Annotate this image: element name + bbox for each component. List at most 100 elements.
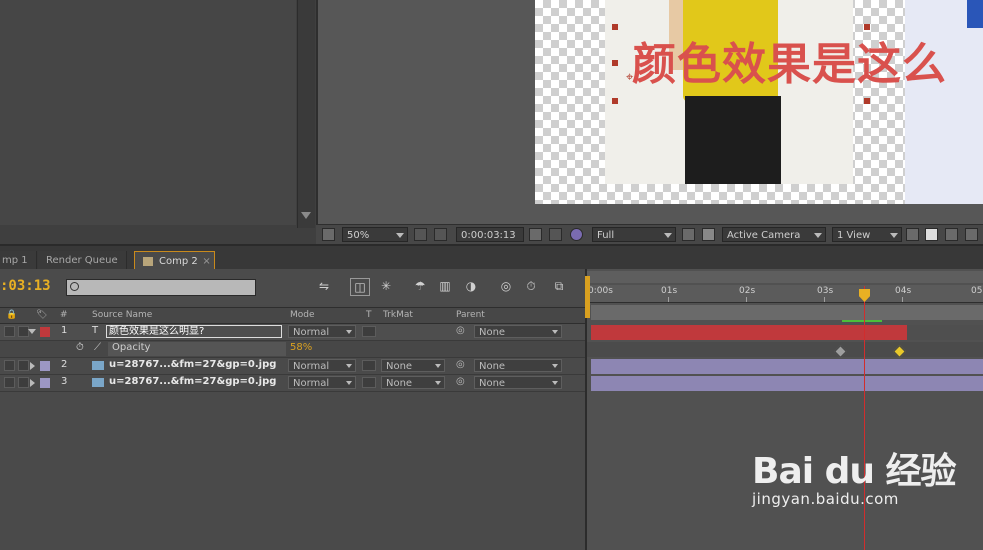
lock-toggle[interactable] (4, 360, 15, 371)
channel-icon[interactable] (570, 228, 583, 241)
layer-row[interactable]: 1 T 颜色效果是这么明显? Normal ◎ None (0, 324, 585, 341)
timeline-icon[interactable] (945, 228, 958, 241)
column-trkmat[interactable]: TrkMat (383, 310, 413, 320)
mask-visibility-icon[interactable] (434, 228, 447, 241)
current-time-field[interactable]: 0:00:03:13 (456, 227, 524, 242)
graph-icon[interactable]: ⟋ (94, 342, 101, 353)
mode-value: Normal (293, 378, 330, 389)
blend-mode-select[interactable]: Normal (288, 325, 356, 338)
always-preview-icon[interactable] (322, 228, 335, 241)
property-track[interactable] (587, 342, 983, 357)
layer-search-input[interactable] (66, 279, 256, 296)
project-list[interactable] (0, 0, 296, 225)
lock-toggle[interactable] (4, 326, 15, 337)
time-navigator[interactable] (587, 271, 983, 283)
layer-row[interactable]: 3 u=28767...&fm=27&gp=0.jpg Normal None … (0, 375, 585, 392)
camera-select[interactable]: Active Camera (722, 227, 826, 242)
parent-select[interactable]: None (474, 376, 562, 389)
track-matte-select[interactable]: None (381, 376, 445, 389)
column-source-name[interactable]: Source Name (92, 310, 152, 320)
parent-value: None (479, 327, 506, 338)
chevron-down-icon (552, 381, 558, 385)
blend-mode-select[interactable]: Normal (288, 359, 356, 372)
transparency-grid-icon[interactable] (702, 228, 715, 241)
pickwhip-icon[interactable]: ◎ (456, 325, 465, 336)
bounding-handle[interactable] (612, 60, 618, 66)
expand-triangle-icon[interactable] (30, 379, 35, 387)
brainstorm-icon[interactable]: ◎ (497, 278, 515, 294)
lock-toggle[interactable] (4, 377, 15, 388)
track-matte-select[interactable]: None (381, 359, 445, 372)
preserve-transparency-toggle[interactable] (362, 326, 376, 337)
tab-comp-1[interactable]: mp 1 (0, 251, 37, 270)
graph-editor-icon[interactable]: ⧉ (550, 278, 568, 294)
auto-keyframe-icon[interactable]: ⏱ (522, 278, 540, 294)
bounding-handle[interactable] (612, 24, 618, 30)
project-scrollbar[interactable] (297, 0, 315, 228)
pixel-aspect-icon[interactable] (906, 228, 919, 241)
composition-mini-flowchart-icon[interactable]: ⇋ (315, 278, 333, 294)
stopwatch-icon[interactable]: ⏱ (76, 342, 84, 353)
current-time-display[interactable]: :03:13 (0, 278, 51, 294)
solo-toggle[interactable] (18, 377, 29, 388)
solo-toggle[interactable] (18, 360, 29, 371)
draft-3d-icon[interactable]: ✳ (377, 278, 395, 294)
collapse-triangle-icon[interactable] (28, 329, 36, 334)
property-name: Opacity (108, 342, 286, 356)
current-time-indicator[interactable] (864, 286, 865, 550)
parent-select[interactable]: None (474, 359, 562, 372)
label-color-swatch[interactable] (40, 378, 50, 388)
column-t[interactable]: T (366, 310, 372, 320)
layer-duration-bar[interactable] (591, 325, 907, 340)
time-ruler[interactable] (587, 285, 983, 303)
bounding-handle[interactable] (612, 98, 618, 104)
tab-render-queue[interactable]: Render Queue (38, 251, 127, 270)
anchor-point-icon[interactable]: ⌖ (626, 70, 633, 85)
column-parent[interactable]: Parent (456, 310, 485, 320)
view-layout-select[interactable]: 1 View (832, 227, 902, 242)
bounding-handle[interactable] (864, 98, 870, 104)
layer-duration-bar[interactable] (591, 376, 983, 391)
column-mode[interactable]: Mode (290, 310, 315, 320)
scroll-down-icon[interactable] (301, 212, 311, 219)
property-row[interactable]: ⏱ ⟋ Opacity 58% (0, 341, 585, 358)
expand-triangle-icon[interactable] (30, 362, 35, 370)
layer-row[interactable]: 2 u=28767...&fm=27&gp=0.jpg Normal None … (0, 358, 585, 375)
layer-source-name[interactable]: u=28767...&fm=27&gp=0.jpg (109, 359, 276, 370)
motion-blur-icon[interactable]: ◑ (462, 278, 480, 294)
pickwhip-icon[interactable]: ◎ (456, 359, 465, 370)
blend-mode-select[interactable]: Normal (288, 376, 356, 389)
work-area-start-handle[interactable] (585, 276, 590, 318)
hide-shy-layers-icon[interactable]: ☂ (411, 278, 429, 294)
camera-icon[interactable] (529, 228, 542, 241)
label-color-swatch[interactable] (40, 327, 50, 337)
label-color-swatch[interactable] (40, 361, 50, 371)
region-of-interest-icon[interactable] (682, 228, 695, 241)
show-snapshot-icon[interactable] (549, 228, 562, 241)
live-update-icon[interactable]: ◫ (350, 278, 370, 296)
fast-preview-icon[interactable] (925, 228, 938, 241)
preserve-transparency-toggle[interactable] (362, 377, 376, 388)
parent-value: None (479, 378, 506, 389)
chevron-down-icon (814, 233, 822, 238)
column-number[interactable]: # (60, 310, 68, 320)
magnification-select[interactable]: 50% (342, 227, 408, 242)
layer-source-name[interactable]: u=28767...&fm=27&gp=0.jpg (109, 376, 276, 387)
parent-select[interactable]: None (474, 325, 562, 338)
layer-name-field[interactable]: 颜色效果是这么明显? (106, 325, 282, 338)
pickwhip-icon[interactable]: ◎ (456, 376, 465, 387)
work-area-bar[interactable] (591, 305, 983, 320)
frame-blending-icon[interactable]: ▥ (436, 278, 454, 294)
opacity-value[interactable]: 58% (290, 342, 312, 353)
text-layer-preview[interactable]: 颜色效果是这么 (632, 28, 947, 92)
ruler-label: 0:00s (588, 286, 613, 296)
resolution-select[interactable]: Full (592, 227, 676, 242)
grid-icon[interactable] (414, 228, 427, 241)
search-icon (70, 282, 79, 291)
flowchart-icon[interactable] (965, 228, 978, 241)
tab-comp-2[interactable]: Comp 2 × (134, 251, 215, 271)
layer-duration-bar[interactable] (591, 359, 983, 374)
preserve-transparency-toggle[interactable] (362, 360, 376, 371)
person-pants (685, 96, 781, 184)
chevron-down-icon (664, 233, 672, 238)
